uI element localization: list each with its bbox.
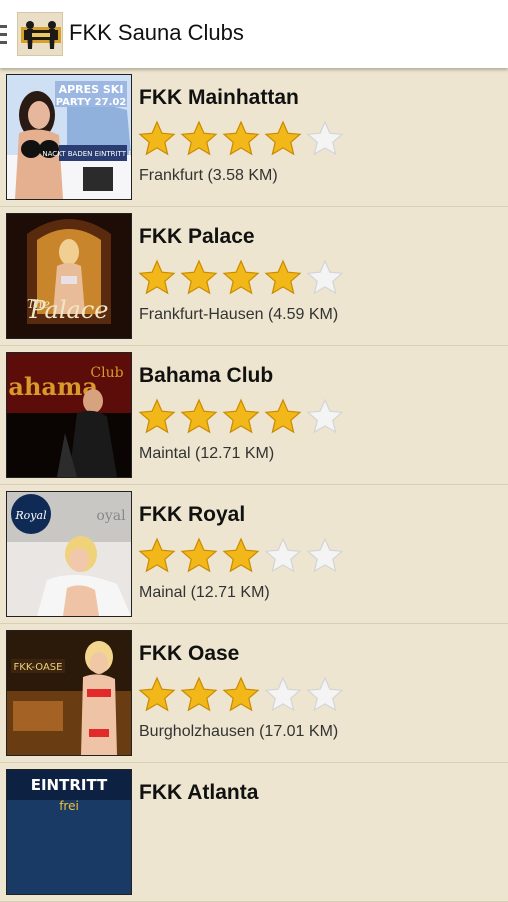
club-list-item[interactable]: Palace The FKK Palace Frankfurt-Hausen (… (0, 207, 508, 346)
star-filled-icon (180, 120, 218, 156)
star-filled-icon (222, 120, 260, 156)
svg-text:PARTY 27.02: PARTY 27.02 (56, 97, 127, 108)
app-bar: FKK Sauna Clubs (0, 0, 508, 68)
star-rating (138, 676, 344, 714)
club-thumbnail: EINTRITT frei (6, 769, 132, 895)
star-filled-icon (138, 259, 176, 295)
star-filled-icon (138, 120, 176, 156)
club-name: FKK Palace (139, 225, 255, 248)
star-filled-icon (222, 537, 260, 573)
star-filled-icon (264, 259, 302, 295)
svg-text:Club: Club (90, 365, 123, 381)
club-location: Frankfurt-Hausen (4.59 KM) (139, 306, 339, 323)
club-thumbnail: Bahama Club (6, 352, 132, 478)
star-filled-icon (180, 676, 218, 712)
club-thumbnail: APRES SKI PARTY 27.02 NACKT BADEN EINTRI… (6, 74, 132, 200)
star-empty-icon (306, 537, 344, 573)
star-filled-icon (222, 676, 260, 712)
star-rating (138, 259, 344, 297)
svg-text:oyal: oyal (96, 508, 126, 524)
club-list-item[interactable]: EINTRITT frei FKK Atlanta (0, 763, 508, 902)
star-empty-icon (306, 259, 344, 295)
star-empty-icon (264, 537, 302, 573)
navigation-drawer-icon[interactable] (0, 25, 8, 45)
app-logo[interactable] (17, 12, 63, 56)
club-thumbnail: FKK-OASE (6, 630, 132, 756)
club-name: FKK Royal (139, 503, 246, 526)
star-filled-icon (180, 398, 218, 434)
svg-text:The: The (27, 297, 50, 311)
star-filled-icon (138, 676, 176, 712)
club-list-item[interactable]: Bahama Club Bahama Club Maintal (12.71 K… (0, 346, 508, 485)
svg-text:frei: frei (59, 799, 79, 813)
star-filled-icon (222, 259, 260, 295)
club-name: Bahama Club (139, 364, 274, 387)
club-location: Burgholzhausen (17.01 KM) (139, 723, 339, 740)
club-name: FKK Oase (139, 642, 240, 665)
star-filled-icon (264, 398, 302, 434)
star-filled-icon (180, 537, 218, 573)
club-thumbnail: Palace The (6, 213, 132, 339)
star-filled-icon (222, 398, 260, 434)
club-location: Maintal (12.71 KM) (139, 445, 275, 462)
star-empty-icon (306, 398, 344, 434)
club-name: FKK Atlanta (139, 781, 259, 804)
star-filled-icon (264, 120, 302, 156)
star-rating (138, 120, 344, 158)
club-list-item[interactable]: FKK-OASE FKK Oase Burgholzhausen (17.01 … (0, 624, 508, 763)
star-empty-icon (264, 676, 302, 712)
svg-text:APRES SKI: APRES SKI (59, 83, 124, 96)
club-location: Frankfurt (3.58 KM) (139, 167, 278, 184)
app-title: FKK Sauna Clubs (69, 20, 244, 45)
star-rating (138, 537, 344, 575)
star-rating (138, 398, 344, 436)
club-list-item[interactable]: Royal oyal FKK Royal Mainal (12.71 KM) (0, 485, 508, 624)
star-filled-icon (180, 259, 218, 295)
svg-text:NACKT BADEN EINTRITT FREI: NACKT BADEN EINTRITT FREI (42, 150, 131, 158)
club-thumbnail: Royal oyal (6, 491, 132, 617)
star-empty-icon (306, 676, 344, 712)
star-filled-icon (138, 537, 176, 573)
club-list-item[interactable]: APRES SKI PARTY 27.02 NACKT BADEN EINTRI… (0, 68, 508, 207)
star-filled-icon (138, 398, 176, 434)
club-list[interactable]: APRES SKI PARTY 27.02 NACKT BADEN EINTRI… (0, 68, 508, 902)
svg-text:EINTRITT: EINTRITT (31, 776, 108, 794)
svg-text:Royal: Royal (14, 509, 47, 522)
club-name: FKK Mainhattan (139, 86, 299, 109)
svg-text:FKK-OASE: FKK-OASE (14, 662, 63, 673)
star-empty-icon (306, 120, 344, 156)
club-location: Mainal (12.71 KM) (139, 584, 270, 601)
